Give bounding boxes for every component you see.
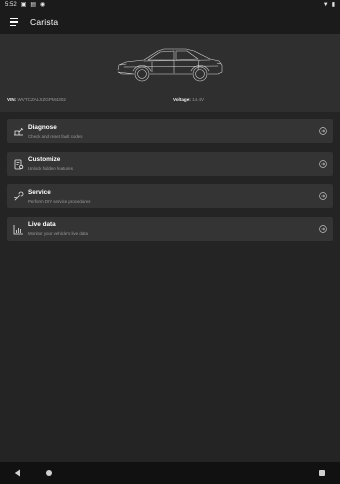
menu-item-service[interactable]: Service Perform DIY service procedures	[7, 184, 333, 208]
menu-item-diagnose[interactable]: Diagnose Check and reset fault codes	[7, 119, 333, 143]
app-bar: Carista	[0, 10, 340, 34]
status-time: 5:52	[5, 2, 17, 8]
arrow-circle-right-icon	[319, 192, 327, 200]
voltage-value: 14.4V	[192, 97, 205, 102]
menu-item-title: Diagnose	[28, 123, 57, 131]
customize-icon	[14, 159, 24, 169]
vin-value: WVTCZALXZGPM4302	[17, 97, 66, 102]
voltage-readout: Voltage: 14.4V	[173, 97, 204, 105]
menu-item-subtitle: Monitor your vehicle's live data	[28, 231, 88, 236]
sync-icon: ◉	[40, 2, 46, 8]
arrow-circle-right-icon	[319, 127, 327, 135]
back-icon[interactable]	[14, 469, 21, 477]
recent-apps-icon[interactable]	[319, 470, 325, 476]
sd-card-icon: ▤	[30, 2, 37, 8]
hamburger-menu-icon[interactable]	[0, 10, 28, 34]
car-illustration-icon	[117, 48, 223, 82]
diagnose-icon	[14, 127, 24, 136]
menu-item-title: Service	[28, 188, 51, 196]
vin-readout: VIN: WVTCZALXZGPM4302	[7, 97, 66, 105]
menu-item-title: Live data	[28, 221, 56, 228]
app-title: Carista	[30, 17, 59, 27]
menu-item-subtitle: Unlock hidden features	[28, 166, 73, 171]
feature-menu: Diagnose Check and reset fault codes Cus…	[7, 119, 333, 249]
menu-item-customize[interactable]: Customize Unlock hidden features	[7, 151, 333, 176]
menu-item-title: Customize	[28, 156, 61, 163]
system-navigation-bar	[0, 462, 340, 484]
status-bar: 5:52 ▣ ▤ ◉ ▼ ▮	[0, 0, 340, 10]
service-wrench-icon	[14, 191, 24, 201]
battery-icon: ▮	[331, 2, 335, 8]
image-icon: ▣	[20, 2, 27, 8]
voltage-label: Voltage:	[173, 97, 191, 102]
vehicle-hero: VIN: WVTCZALXZGPM4302 Voltage: 14.4V	[0, 34, 340, 112]
vin-label: VIN:	[7, 97, 17, 102]
live-data-icon	[13, 224, 23, 234]
menu-item-subtitle: Perform DIY service procedures	[28, 198, 91, 204]
arrow-circle-right-icon	[319, 159, 327, 168]
home-icon[interactable]	[46, 470, 52, 476]
wifi-icon: ▼	[322, 2, 329, 8]
arrow-circle-right-icon	[319, 224, 327, 233]
menu-item-live-data[interactable]: Live data Monitor your vehicle's live da…	[7, 216, 333, 241]
menu-item-subtitle: Check and reset fault codes	[28, 133, 83, 139]
